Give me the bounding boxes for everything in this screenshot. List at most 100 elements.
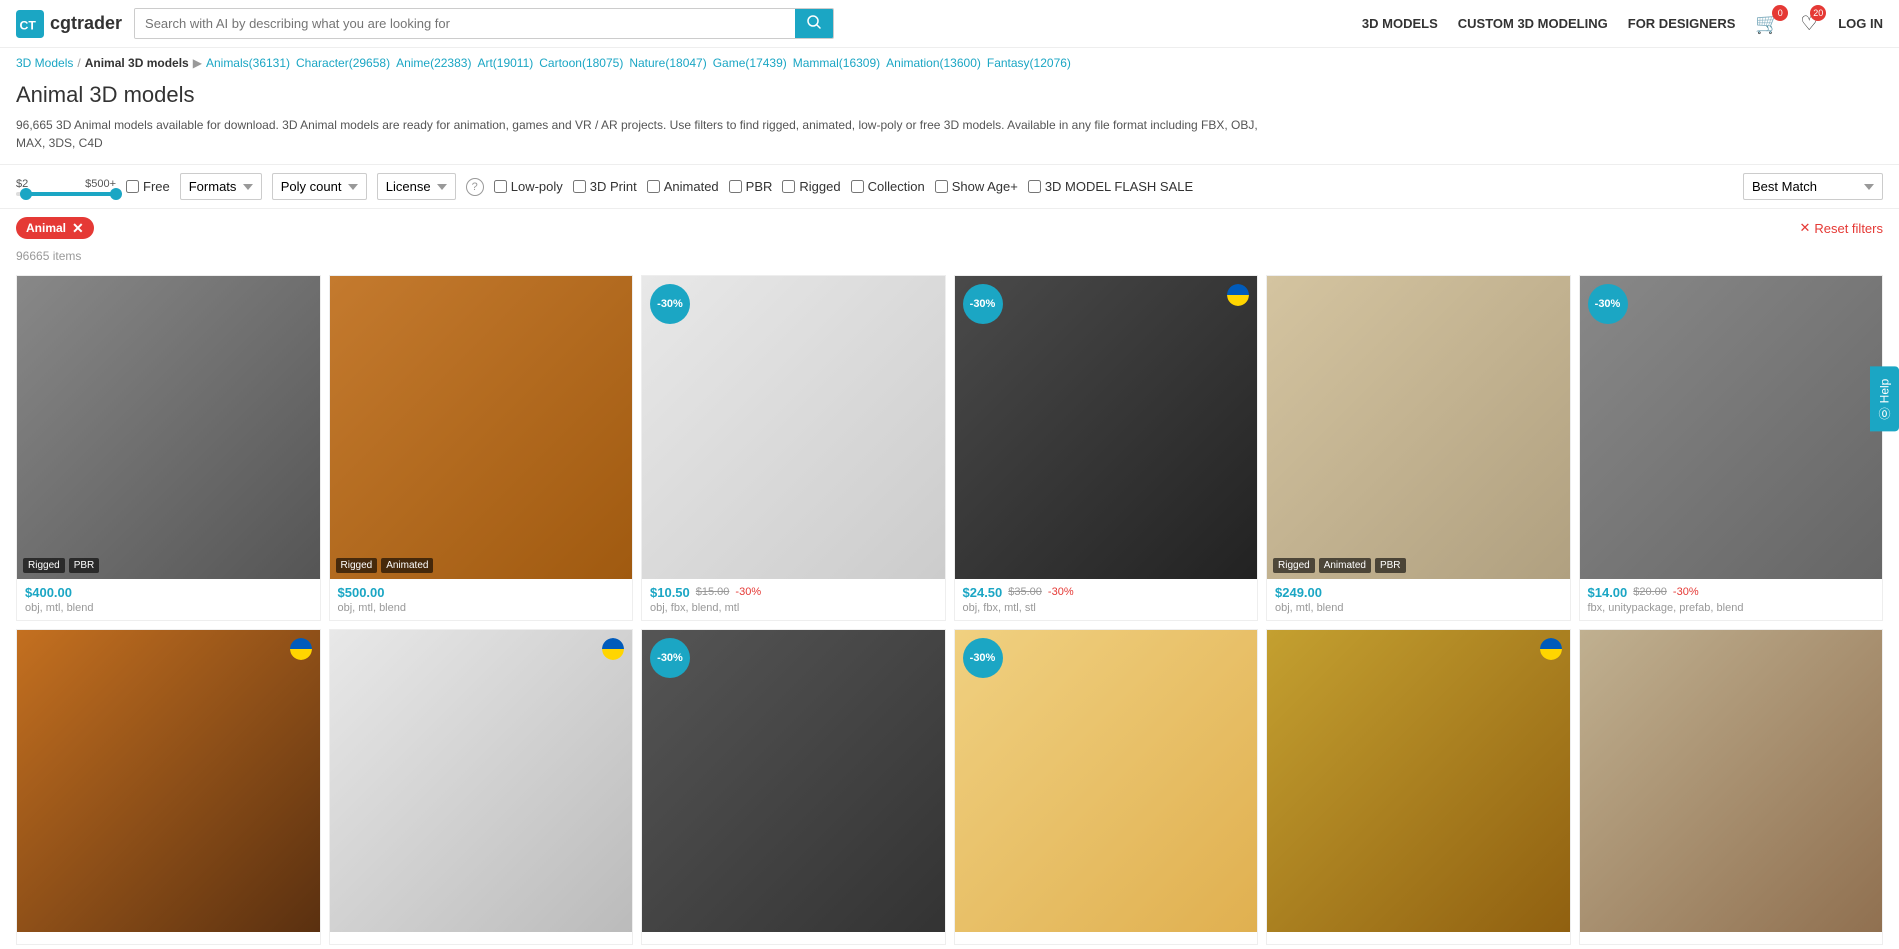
category-tag[interactable]: Game(17439) (713, 56, 787, 70)
checkbox-label-rigged: Rigged (799, 179, 840, 194)
price-range-filter: $2 $500+ (16, 178, 116, 196)
filter-checkbox-animated[interactable]: Animated (647, 179, 719, 194)
main-nav: 3D MODELS CUSTOM 3D MODELING FOR DESIGNE… (1362, 11, 1883, 36)
help-button[interactable]: ⓪ Help (1870, 367, 1899, 432)
discount-badge: -30% (650, 638, 690, 678)
price-old: $35.00 (1008, 586, 1042, 598)
nav-3d-models[interactable]: 3D MODELS (1362, 16, 1438, 31)
category-tag[interactable]: Fantasy(12076) (987, 56, 1071, 70)
category-tag[interactable]: Character(29658) (296, 56, 390, 70)
price-main: $10.50 (650, 585, 690, 600)
model-card[interactable] (329, 629, 634, 946)
card-tags: RiggedPBR (23, 558, 99, 573)
category-tag[interactable]: Mammal(16309) (793, 56, 880, 70)
price-main: $24.50 (963, 585, 1003, 600)
price-row: $400.00 (25, 585, 312, 600)
free-filter[interactable]: Free (126, 179, 170, 194)
model-card[interactable]: RiggedAnimatedPBR $249.00 obj, mtl, blen… (1266, 275, 1571, 621)
category-tag[interactable]: Anime(22383) (396, 56, 471, 70)
filter-checkbox-flash-sale[interactable]: 3D MODEL FLASH SALE (1028, 179, 1193, 194)
logo-icon: CT (16, 10, 44, 38)
price-slider-thumb-left[interactable] (20, 188, 32, 200)
checkbox-pbr[interactable] (729, 180, 742, 193)
nav-login[interactable]: LOG IN (1838, 16, 1883, 31)
checkbox-show-age[interactable] (935, 180, 948, 193)
filter-checkbox-collection[interactable]: Collection (851, 179, 925, 194)
poly-count-select[interactable]: Poly count (272, 173, 367, 200)
filter-checkbox-show-age[interactable]: Show Age+ (935, 179, 1018, 194)
price-main: $500.00 (338, 585, 385, 600)
checkbox-3d-print[interactable] (573, 180, 586, 193)
card-image (1580, 630, 1883, 933)
model-card[interactable]: -30% (641, 629, 946, 946)
discount-badge: -30% (1588, 284, 1628, 324)
wishlist-icon-container[interactable]: ♡ 20 (1800, 11, 1818, 36)
checkbox-animated[interactable] (647, 180, 660, 193)
model-card[interactable]: -30% $14.00 $20.00 -30% fbx, unitypackag… (1579, 275, 1884, 621)
help-circle-icon: ⓪ (1876, 407, 1893, 419)
card-formats: obj, mtl, blend (25, 602, 312, 614)
logo[interactable]: CT cgtrader (16, 10, 122, 38)
filter-tag-label: Animal (26, 221, 66, 235)
filter-checkbox-pbr[interactable]: PBR (729, 179, 773, 194)
price-slider-thumb-right[interactable] (110, 188, 122, 200)
model-card[interactable] (1579, 629, 1884, 946)
checkbox-rigged[interactable] (782, 180, 795, 193)
model-card[interactable] (16, 629, 321, 946)
search-bar (134, 8, 834, 39)
filter-tag-remove[interactable]: ✕ (72, 221, 84, 235)
filter-checkbox-rigged[interactable]: Rigged (782, 179, 840, 194)
filter-tag: Animal ✕ (16, 217, 94, 239)
filter-checkbox-3d-print[interactable]: 3D Print (573, 179, 637, 194)
model-card[interactable]: -30% (954, 629, 1259, 946)
sort-select[interactable]: Best MatchNewestPrice: Low to HighPrice:… (1743, 173, 1883, 200)
filter-checkbox-low-poly[interactable]: Low-poly (494, 179, 563, 194)
nav-for-designers[interactable]: FOR DESIGNERS (1628, 16, 1736, 31)
reset-filters-link[interactable]: ✕ Reset filters (1799, 220, 1883, 236)
price-main: $249.00 (1275, 585, 1322, 600)
card-formats: obj, mtl, blend (338, 602, 625, 614)
card-info (1580, 932, 1883, 944)
card-image: RiggedAnimated (330, 276, 633, 579)
model-card[interactable]: -30% $10.50 $15.00 -30% obj, fbx, blend,… (641, 275, 946, 621)
search-input[interactable] (135, 9, 795, 38)
card-info (1267, 932, 1570, 944)
category-tag[interactable]: Cartoon(18075) (539, 56, 623, 70)
category-tag[interactable]: Animals(36131) (206, 56, 290, 70)
free-checkbox[interactable] (126, 180, 139, 193)
nav-custom-modeling[interactable]: CUSTOM 3D MODELING (1458, 16, 1608, 31)
price-discount: -30% (1048, 586, 1074, 598)
page-description: 96,665 3D Animal models available for do… (0, 112, 1300, 164)
checkbox-low-poly[interactable] (494, 180, 507, 193)
price-old: $20.00 (1633, 586, 1667, 598)
price-slider-track[interactable] (16, 192, 116, 196)
card-info: $400.00 obj, mtl, blend (17, 579, 320, 620)
model-card[interactable]: RiggedPBR $400.00 obj, mtl, blend (16, 275, 321, 621)
formats-select[interactable]: Formats (180, 173, 262, 200)
model-card[interactable]: -30% $24.50 $35.00 -30% obj, fbx, mtl, s… (954, 275, 1259, 621)
card-image (1267, 630, 1570, 933)
checkboxes-group: Low-poly 3D Print Animated PBR Rigged Collect… (494, 179, 1193, 194)
category-tag[interactable]: Nature(18047) (629, 56, 706, 70)
cart-icon-container[interactable]: 🛒 0 (1755, 11, 1780, 36)
price-slider-fill (26, 192, 116, 196)
card-tag: Animated (1319, 558, 1371, 573)
checkbox-collection[interactable] (851, 180, 864, 193)
card-info: $500.00 obj, mtl, blend (330, 579, 633, 620)
filter-help-icon[interactable]: ? (466, 178, 484, 196)
breadcrumb: 3D Models / Animal 3D models ▶ Animals(3… (0, 48, 1899, 78)
card-image: -30% (642, 630, 945, 933)
license-select[interactable]: License (377, 173, 456, 200)
category-tag[interactable]: Art(19011) (477, 56, 533, 70)
card-image: -30% (955, 630, 1258, 933)
price-row: $10.50 $15.00 -30% (650, 585, 937, 600)
category-tag[interactable]: Animation(13600) (886, 56, 981, 70)
breadcrumb-3d-models[interactable]: 3D Models (16, 56, 73, 70)
model-card[interactable] (1266, 629, 1571, 946)
price-row: $14.00 $20.00 -30% (1588, 585, 1875, 600)
free-label: Free (143, 179, 170, 194)
card-tags: RiggedAnimated (336, 558, 434, 573)
checkbox-flash-sale[interactable] (1028, 180, 1041, 193)
model-card[interactable]: RiggedAnimated $500.00 obj, mtl, blend (329, 275, 634, 621)
search-button[interactable] (795, 9, 833, 38)
